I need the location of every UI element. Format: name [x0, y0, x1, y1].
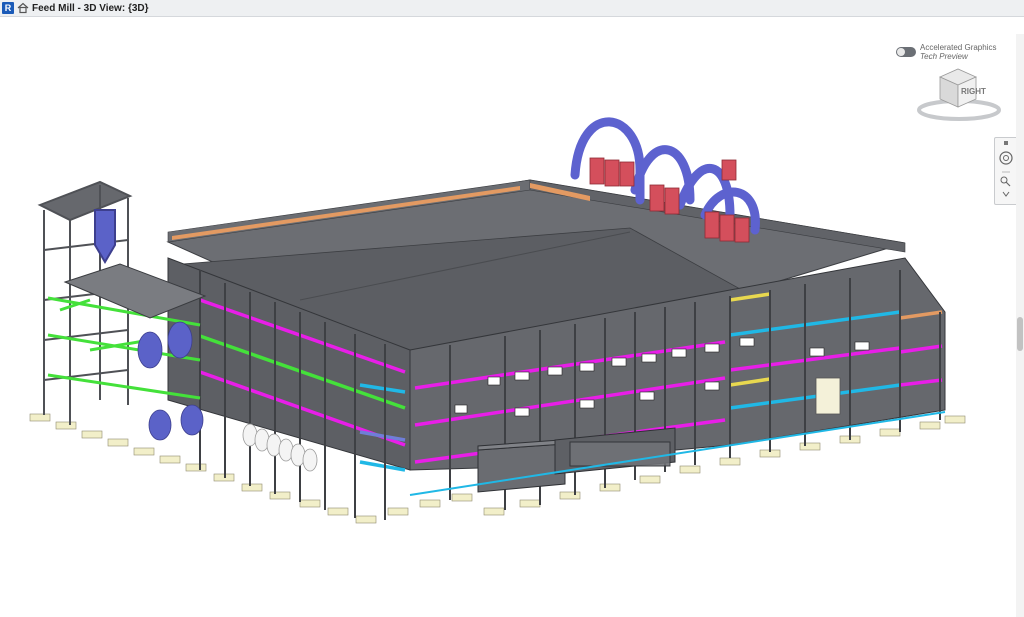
loading-door — [815, 377, 841, 415]
viewcube-face-label: RIGHT — [961, 87, 986, 96]
navigation-bar[interactable] — [994, 137, 1018, 205]
accelerated-graphics-label: Accelerated Graphics — [920, 43, 997, 52]
tech-preview-label: Tech Preview — [920, 52, 968, 61]
toggle-switch[interactable] — [896, 47, 916, 57]
title-bar: R Feed Mill - 3D View: {3D} — [0, 0, 1024, 17]
vertical-scrollbar[interactable] — [1016, 34, 1024, 617]
revit-app-icon[interactable]: R — [2, 2, 14, 14]
close-navbar-icon[interactable] — [1004, 141, 1008, 145]
scroll-thumb[interactable] — [1017, 317, 1023, 351]
window-title: Feed Mill - 3D View: {3D} — [32, 2, 149, 14]
accelerated-graphics-toggle[interactable]: Accelerated Graphics Tech Preview — [896, 43, 996, 61]
chevron-down-icon[interactable] — [1002, 191, 1010, 197]
home-icon[interactable] — [17, 2, 29, 14]
view-cube[interactable]: RIGHT — [914, 65, 1004, 123]
3d-viewport[interactable]: Accelerated Graphics Tech Preview RIGHT — [0, 17, 1024, 617]
building-model[interactable] — [0, 17, 1024, 600]
steering-wheel-icon[interactable] — [999, 151, 1013, 165]
